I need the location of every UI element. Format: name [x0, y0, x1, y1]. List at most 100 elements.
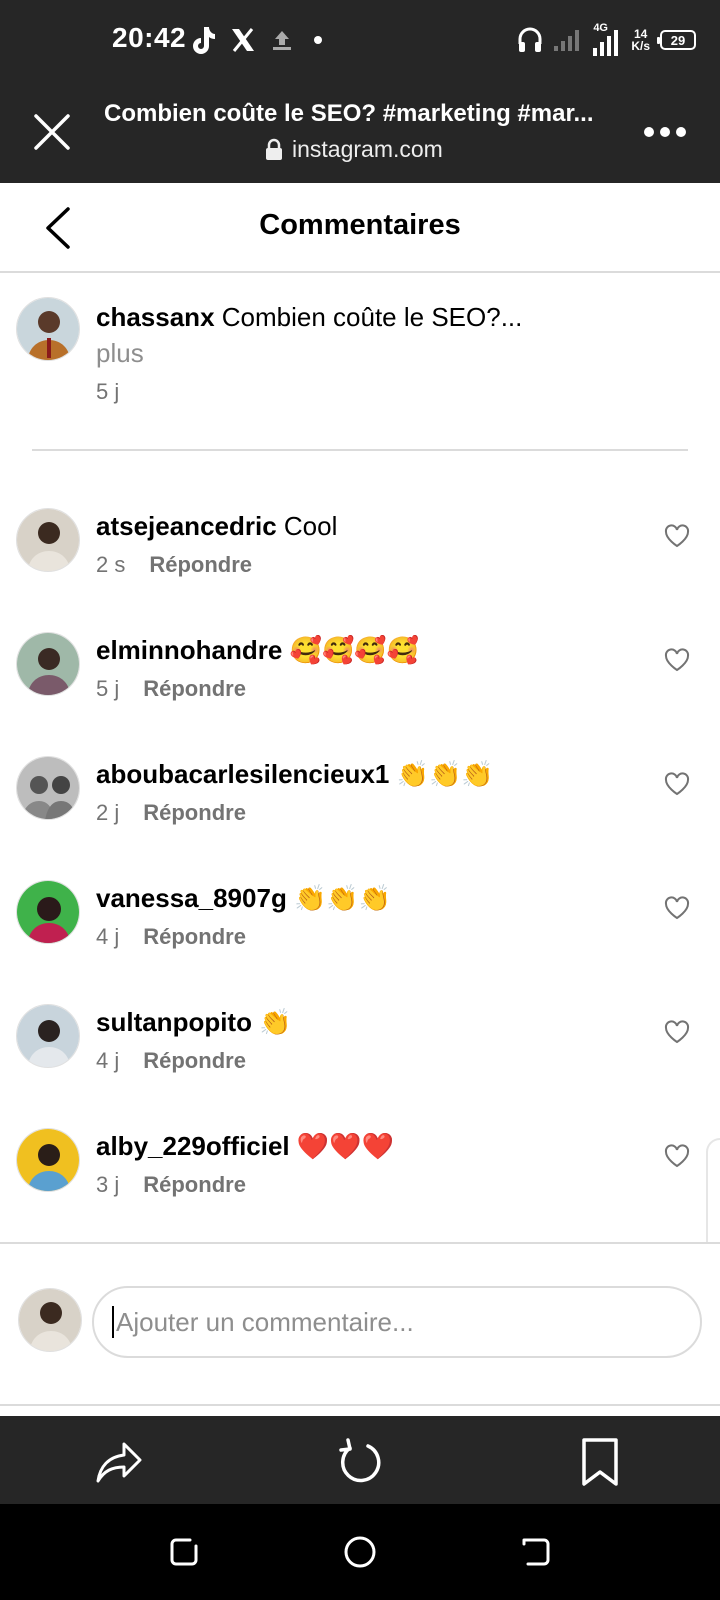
reply-button[interactable]: Répondre	[143, 800, 246, 826]
comment-input[interactable]: Ajouter un commentaire...	[92, 1286, 702, 1358]
comment-username[interactable]: alby_229officiel	[96, 1131, 290, 1161]
caption-body: Combien coûte le SEO?...	[221, 302, 523, 332]
comment-meta: 2 s Répondre	[96, 552, 252, 578]
comment-text: alby_229officiel ❤️❤️❤️	[96, 1128, 394, 1164]
comment-username[interactable]: vanessa_8907g	[96, 883, 287, 913]
comment-composer: Ajouter un commentaire...	[0, 1242, 720, 1406]
tiktok-icon	[190, 25, 216, 55]
comment-meta: 4 j Répondre	[96, 1048, 246, 1074]
comment-body: 🥰🥰🥰🥰	[289, 635, 420, 665]
comment-meta: 2 j Répondre	[96, 800, 246, 826]
speed-unit: K/s	[631, 39, 650, 53]
comment-username[interactable]: sultanpopito	[96, 1007, 252, 1037]
comment-item: vanessa_8907g 👏👏👏 4 j Répondre	[0, 880, 720, 1004]
comment-body: ❤️❤️❤️	[296, 1131, 395, 1161]
comment-text: atsejeancedric Cool	[96, 508, 337, 544]
browser-url: instagram.com	[264, 136, 443, 163]
home-icon[interactable]	[342, 1534, 378, 1570]
heart-icon[interactable]	[664, 896, 690, 920]
comment-username[interactable]: aboubacarlesilencieux1	[96, 759, 389, 789]
reload-icon[interactable]	[334, 1436, 386, 1488]
browser-page-title: Combien coûte le SEO? #marketing #mar...	[104, 100, 594, 127]
battery-icon: 29	[657, 30, 696, 50]
browser-toolbar	[0, 1416, 720, 1504]
reply-button[interactable]: Répondre	[143, 676, 246, 702]
comment-time: 2 j	[96, 800, 120, 825]
caption-text: chassanx Combien coûte le SEO?... plus	[96, 299, 656, 371]
comment-time: 5 j	[96, 676, 120, 701]
comment-item: sultanpopito 👏 4 j Répondre	[0, 1004, 720, 1128]
comment-meta: 5 j Répondre	[96, 676, 246, 702]
avatar[interactable]	[16, 632, 80, 696]
post-caption: chassanx Combien coûte le SEO?... plus 5…	[0, 273, 720, 453]
comment-body: Cool	[283, 511, 338, 541]
reply-button[interactable]: Répondre	[143, 1048, 246, 1074]
avatar[interactable]	[16, 297, 80, 361]
status-system-icons: 4G 14 K/s 29	[517, 20, 696, 60]
network-type-label: 4G	[593, 22, 608, 34]
comment-username[interactable]: elminnohandre	[96, 635, 282, 665]
caption-more-link[interactable]: plus	[96, 338, 144, 368]
comment-time: 4 j	[96, 1048, 120, 1073]
heart-icon[interactable]	[664, 524, 690, 548]
close-icon[interactable]	[30, 110, 74, 154]
comment-item: aboubacarlesilencieux1 👏👏👏 2 j Répondre	[0, 756, 720, 880]
reply-button[interactable]: Répondre	[143, 1172, 246, 1198]
heart-icon[interactable]	[664, 648, 690, 672]
comments-header: Commentaires	[0, 183, 720, 273]
comment-meta: 3 j Répondre	[96, 1172, 246, 1198]
avatar[interactable]	[16, 756, 80, 820]
share-icon[interactable]	[94, 1436, 146, 1488]
comment-text: vanessa_8907g 👏👏👏	[96, 880, 391, 916]
comment-text: sultanpopito 👏	[96, 1004, 292, 1040]
reply-button[interactable]: Répondre	[143, 924, 246, 950]
comment-username[interactable]: atsejeancedric	[96, 511, 277, 541]
comment-meta: 4 j Répondre	[96, 924, 246, 950]
page-title: Commentaires	[259, 209, 461, 241]
reply-button[interactable]: Répondre	[149, 552, 252, 578]
back-nav-icon[interactable]	[518, 1534, 554, 1570]
caption-username[interactable]: chassanx	[96, 302, 215, 332]
avatar[interactable]	[16, 508, 80, 572]
divider	[32, 449, 688, 451]
comment-text: aboubacarlesilencieux1 👏👏👏	[96, 756, 494, 792]
text-caret	[112, 1306, 114, 1338]
heart-icon[interactable]	[664, 1020, 690, 1044]
status-notification-icons	[190, 22, 328, 58]
status-time: 20:42	[112, 22, 187, 53]
system-nav-bar	[0, 1504, 720, 1600]
comment-body: 👏👏👏	[396, 759, 494, 789]
comment-time: 3 j	[96, 1172, 120, 1197]
upload-icon	[270, 28, 294, 52]
comment-text: elminnohandre 🥰🥰🥰🥰	[96, 632, 419, 668]
avatar[interactable]	[16, 1004, 80, 1068]
comment-time: 2 s	[96, 552, 126, 577]
x-icon	[230, 27, 256, 53]
heart-icon[interactable]	[664, 1144, 690, 1168]
signal-4g-icon: 4G	[591, 22, 621, 58]
recents-icon[interactable]	[166, 1534, 202, 1570]
headphones-icon	[517, 26, 543, 54]
browser-header: Combien coûte le SEO? #marketing #mar...…	[0, 82, 720, 183]
heart-icon[interactable]	[664, 772, 690, 796]
url-text: instagram.com	[292, 136, 443, 162]
avatar[interactable]	[16, 1128, 80, 1192]
comment-body: 👏	[259, 1007, 292, 1037]
network-speed: 14 K/s	[631, 28, 650, 52]
caption-time: 5 j	[96, 379, 120, 404]
avatar[interactable]	[16, 880, 80, 944]
comment-item: elminnohandre 🥰🥰🥰🥰 5 j Répondre	[0, 632, 720, 756]
lock-icon	[264, 138, 284, 162]
comment-item: alby_229officiel ❤️❤️❤️ 3 j Répondre	[0, 1128, 720, 1252]
avatar	[18, 1288, 82, 1352]
signal-weak-icon	[553, 28, 581, 52]
comment-time: 4 j	[96, 924, 120, 949]
more-icon[interactable]	[644, 122, 690, 142]
comment-item: atsejeancedric Cool 2 s Répondre	[0, 508, 720, 632]
bookmark-icon[interactable]	[574, 1436, 626, 1488]
battery-level: 29	[670, 32, 686, 48]
comment-input-placeholder: Ajouter un commentaire...	[116, 1306, 414, 1337]
dot-icon	[308, 30, 328, 50]
comment-body: 👏👏👏	[294, 883, 392, 913]
status-bar: 20:42 4G 14 K/s 29	[0, 0, 720, 82]
